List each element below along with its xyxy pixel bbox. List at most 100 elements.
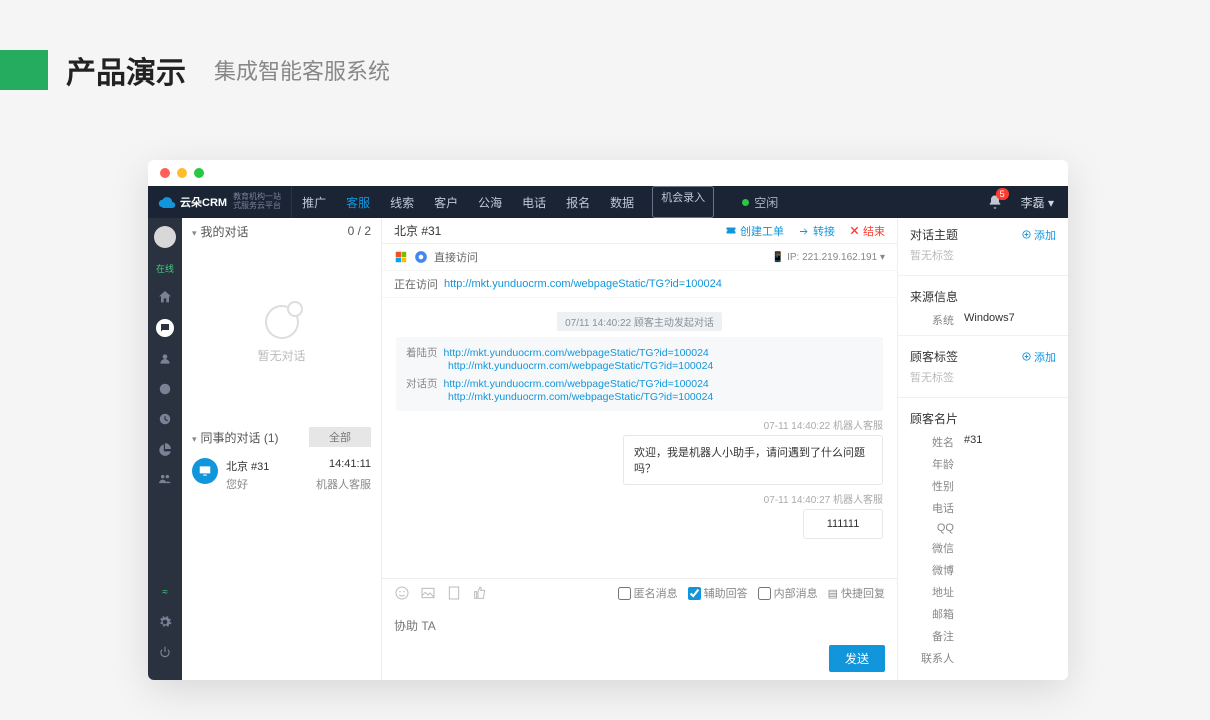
access-type: 直接访问 — [434, 249, 478, 265]
my-conversations-header[interactable]: ▾我的对话 0 / 2 — [182, 218, 381, 244]
card-field[interactable]: 联系人 — [898, 647, 1068, 669]
end-button[interactable]: 结束 — [849, 223, 885, 239]
chat-panel: 北京 #31 创建工单 转接 结束 直接访问 📱 IP: 221.219.162… — [382, 218, 898, 680]
status-dot-icon — [742, 199, 749, 206]
slide-title: 产品演示 — [66, 48, 186, 92]
conversation-item[interactable]: 北京 #3114:41:11 您好机器人客服 — [182, 450, 381, 500]
online-label: 在线 — [156, 262, 174, 275]
message-input[interactable] — [394, 611, 885, 641]
card-field[interactable]: QQ — [898, 519, 1068, 537]
nav-data[interactable]: 数据 — [600, 186, 644, 218]
logo[interactable]: 云朵CRM 教育机构一站式服务云平台 — [148, 186, 292, 218]
card-field[interactable]: 年龄 — [898, 453, 1068, 475]
msg-timestamp-1: 07-11 14:40:22 机器人客服 — [396, 417, 883, 432]
send-button[interactable]: 发送 — [829, 645, 885, 672]
image-icon[interactable] — [420, 585, 436, 601]
topic-empty: 暂无标签 — [898, 247, 1068, 271]
card-field[interactable]: 备注 — [898, 625, 1068, 647]
compose-toolbar: 匿名消息 辅助回答 内部消息 ▤ 快捷回复 — [382, 578, 897, 607]
windows-icon — [394, 250, 408, 264]
nav-phone[interactable]: 电话 — [512, 186, 556, 218]
chat-icon[interactable] — [156, 319, 174, 337]
card-field[interactable]: 姓名#31 — [898, 431, 1068, 453]
card-field[interactable]: 地址 — [898, 581, 1068, 603]
page-urls-block: 着陆页http://mkt.yunduocrm.com/webpageStati… — [396, 337, 883, 411]
chrome-icon — [414, 250, 428, 264]
agent-status[interactable]: 空闲 — [742, 194, 778, 211]
chat-title: 北京 #31 — [394, 222, 441, 239]
avatar[interactable] — [154, 226, 176, 248]
nav-pool[interactable]: 公海 — [468, 186, 512, 218]
tags-header: 顾客标签 添加 — [898, 340, 1068, 369]
system-tag: 07/11 14:40:22 顾客主动发起对话 — [557, 312, 722, 331]
window-controls — [148, 160, 1068, 186]
notifications-button[interactable]: 5 — [987, 194, 1003, 210]
bot-message-2: 111111 — [803, 509, 883, 539]
dialog-url[interactable]: http://mkt.yunduocrm.com/webpageStatic/T… — [444, 378, 709, 390]
card-field[interactable]: 邮箱 — [898, 603, 1068, 625]
attach-icon[interactable] — [446, 585, 462, 601]
thumbs-icon[interactable] — [472, 585, 488, 601]
record-opportunity-button[interactable]: 机会录入 — [652, 186, 714, 218]
pie-icon[interactable] — [157, 441, 173, 457]
card-field[interactable]: 电话 — [898, 497, 1068, 519]
nav-leads[interactable]: 线索 — [380, 186, 424, 218]
card-header: 顾客名片 — [898, 402, 1068, 431]
notification-badge: 5 — [996, 188, 1009, 200]
nav-service[interactable]: 客服 — [336, 186, 380, 218]
landing-url-2[interactable]: http://mkt.yunduocrm.com/webpageStatic/T… — [448, 360, 713, 372]
card-field[interactable]: 性别 — [898, 475, 1068, 497]
create-ticket-button[interactable]: 创建工单 — [725, 223, 784, 239]
monitor-icon — [192, 458, 218, 484]
wifi-icon[interactable]: ≈ — [157, 584, 173, 600]
visiting-url[interactable]: http://mkt.yunduocrm.com/webpageStatic/T… — [444, 278, 722, 290]
message-area: 07/11 14:40:22 顾客主动发起对话 着陆页http://mkt.yu… — [382, 298, 897, 578]
topbar: 云朵CRM 教育机构一站式服务云平台 推广 客服 线索 客户 公海 电话 报名 … — [148, 186, 1068, 218]
status-label: 空闲 — [754, 194, 778, 211]
compose-area: 发送 — [382, 607, 897, 680]
logo-tagline: 教育机构一站式服务云平台 — [233, 193, 281, 211]
slide-subtitle: 集成智能客服系统 — [214, 54, 390, 86]
quick-reply-button[interactable]: ▤ 快捷回复 — [828, 585, 885, 601]
add-tag-button[interactable]: 添加 — [1021, 349, 1056, 365]
card-field[interactable]: 微博 — [898, 559, 1068, 581]
my-count: 0 / 2 — [348, 224, 371, 238]
ticket-icon — [725, 225, 737, 237]
close-icon — [849, 225, 860, 236]
app-window: 云朵CRM 教育机构一站式服务云平台 推广 客服 线索 客户 公海 电话 报名 … — [148, 160, 1068, 680]
close-dot[interactable] — [160, 168, 170, 178]
source-system: 系统Windows7 — [898, 309, 1068, 331]
colleague-conversations-header[interactable]: ▾同事的对话 (1) 全部 — [182, 424, 381, 450]
transfer-icon — [798, 225, 810, 237]
nav-promo[interactable]: 推广 — [292, 186, 336, 218]
assist-checkbox[interactable]: 辅助回答 — [688, 585, 748, 601]
internal-checkbox[interactable]: 内部消息 — [758, 585, 818, 601]
check-icon[interactable] — [157, 381, 173, 397]
landing-url[interactable]: http://mkt.yunduocrm.com/webpageStatic/T… — [444, 347, 709, 359]
empty-label: 暂无对话 — [257, 347, 305, 364]
empty-face-icon — [265, 305, 299, 339]
conversation-list: ▾我的对话 0 / 2 暂无对话 ▾同事的对话 (1) 全部 北京 #3114:… — [182, 218, 382, 680]
gear-icon[interactable] — [157, 614, 173, 630]
minimize-dot[interactable] — [177, 168, 187, 178]
emoji-icon[interactable] — [394, 585, 410, 601]
nav-signup[interactable]: 报名 — [556, 186, 600, 218]
source-header: 来源信息 — [898, 280, 1068, 309]
empty-state: 暂无对话 — [182, 244, 381, 424]
dialog-url-2[interactable]: http://mkt.yunduocrm.com/webpageStatic/T… — [448, 391, 713, 403]
anon-checkbox[interactable]: 匿名消息 — [618, 585, 678, 601]
user-menu[interactable]: 李磊 ▾ — [1021, 194, 1054, 211]
group-icon[interactable] — [157, 471, 173, 487]
app-body: 在线 ≈ ▾我的对话 0 / 2 暂无对话 ▾同事的对话 ( — [148, 218, 1068, 680]
transfer-button[interactable]: 转接 — [798, 223, 835, 239]
history-icon[interactable] — [157, 411, 173, 427]
add-topic-button[interactable]: 添加 — [1021, 227, 1056, 243]
logout-icon[interactable] — [157, 644, 173, 660]
filter-all-button[interactable]: 全部 — [309, 427, 371, 447]
card-field[interactable]: 微信 — [898, 537, 1068, 559]
nav-customers[interactable]: 客户 — [424, 186, 468, 218]
home-icon[interactable] — [157, 289, 173, 305]
zoom-dot[interactable] — [194, 168, 204, 178]
cloud-icon — [158, 193, 176, 211]
person-icon[interactable] — [157, 351, 173, 367]
